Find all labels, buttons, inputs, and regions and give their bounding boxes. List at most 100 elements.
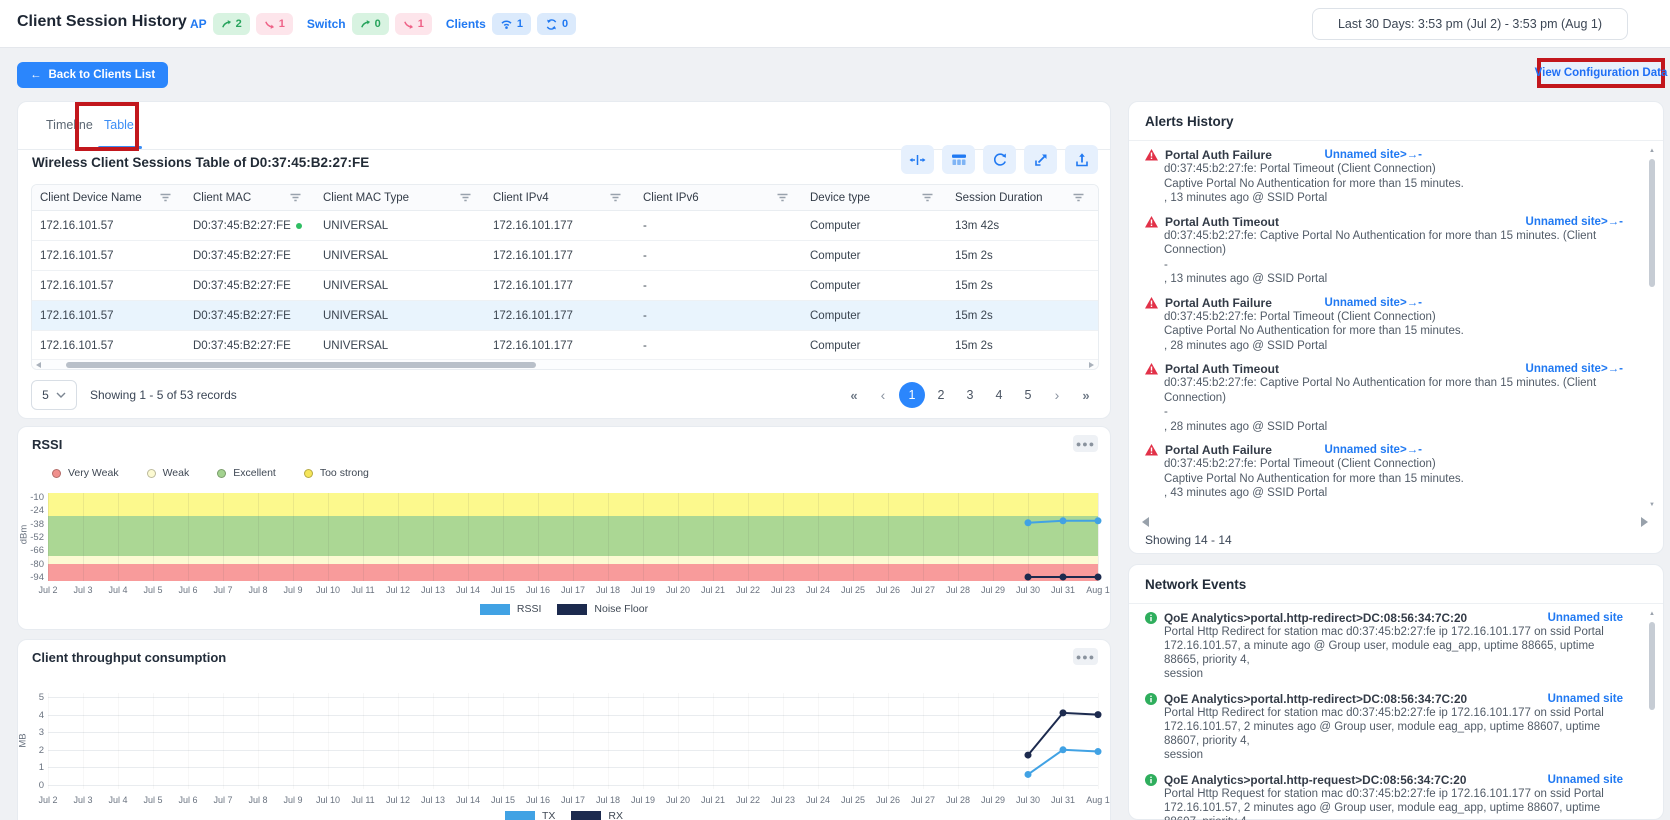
columns-icon[interactable]	[942, 145, 975, 174]
back-arrow-icon: ←	[30, 69, 42, 81]
back-to-clients-button[interactable]: ← Back to Clients List	[17, 62, 168, 88]
legend-item: RSSI	[480, 603, 542, 615]
refresh-icon[interactable]	[983, 145, 1016, 174]
cell-value: 172.16.101.177	[493, 250, 573, 262]
scroll-up-icon[interactable]: ▲	[1649, 148, 1655, 154]
page-number[interactable]: 5	[1015, 382, 1041, 408]
switch-up-badge[interactable]: 0	[352, 13, 389, 35]
more-options-icon[interactable]: ●●●	[1073, 435, 1098, 452]
alert-description-line: -	[1164, 258, 1623, 273]
cell-value: UNIVERSAL	[323, 280, 388, 292]
event-description-line: 172.16.101.57, 2 minutes ago @ Group use…	[1164, 720, 1623, 748]
scrollbar-thumb[interactable]	[66, 362, 536, 368]
resize-columns-icon[interactable]	[901, 145, 934, 174]
column-header: Device type	[802, 185, 947, 210]
table-cell: 15m 2s	[947, 331, 1098, 360]
table-cell: UNIVERSAL	[315, 211, 485, 240]
threshold-dot	[52, 469, 61, 478]
page-number[interactable]: 1	[899, 382, 925, 408]
table-cell: D0:37:45:B2:27:FE	[185, 331, 315, 360]
alert-description-line: -	[1164, 405, 1623, 420]
ap-up-badge[interactable]: 2	[213, 13, 250, 35]
scroll-left-icon[interactable]	[36, 362, 41, 368]
network-events-title: Network Events	[1145, 577, 1246, 592]
scrollbar-thumb[interactable]	[1649, 622, 1655, 710]
date-range-picker[interactable]: Last 30 Days: 3:53 pm (Jul 2) - 3:53 pm …	[1312, 8, 1628, 40]
more-options-icon[interactable]: ●●●	[1073, 648, 1098, 665]
table-row[interactable]: 172.16.101.57D0:37:45:B2:27:FEUNIVERSAL1…	[32, 241, 1098, 271]
page-number[interactable]: 2	[928, 382, 954, 408]
page-number[interactable]: 4	[986, 382, 1012, 408]
cell-value: D0:37:45:B2:27:FE	[193, 280, 291, 292]
alert-site-link[interactable]: Unnamed site>→-	[1325, 297, 1422, 309]
alert-item: Portal Auth TimeoutUnnamed site>→-d0:37:…	[1145, 362, 1623, 434]
table-cell: D0:37:45:B2:27:FE	[185, 271, 315, 300]
y-tick-label: 4	[18, 710, 44, 721]
alert-site-link[interactable]: Unnamed site>→-	[1526, 363, 1623, 375]
scroll-down-icon[interactable]: ▼	[1649, 502, 1655, 508]
last-page-icon[interactable]: »	[1073, 382, 1099, 408]
event-site-link[interactable]: Unnamed site	[1548, 774, 1623, 786]
first-page-icon[interactable]: «	[841, 382, 867, 408]
alert-description-line: , 43 minutes ago @ SSID Portal	[1164, 486, 1623, 501]
ap-down-badge[interactable]: 1	[256, 13, 293, 35]
events-list: QoE Analytics>portal.http-redirect>DC:08…	[1145, 611, 1623, 820]
alert-item: Portal Auth FailureUnnamed site>→-d0:37:…	[1145, 443, 1623, 501]
filter-icon[interactable]	[1073, 193, 1084, 202]
event-site-link[interactable]: Unnamed site	[1548, 693, 1623, 705]
view-configuration-link[interactable]: View Configuration Data	[1535, 67, 1668, 79]
table-cell: 15m 2s	[947, 301, 1098, 330]
table-cell: 15m 2s	[947, 241, 1098, 270]
expand-icon[interactable]	[1024, 145, 1057, 174]
event-info-icon	[1145, 774, 1157, 786]
table-row[interactable]: 172.16.101.57D0:37:45:B2:27:FEUNIVERSAL1…	[32, 211, 1098, 241]
horizontal-scrollbar[interactable]	[32, 359, 1098, 369]
page-number[interactable]: 3	[957, 382, 983, 408]
table-row[interactable]: 172.16.101.57D0:37:45:B2:27:FEUNIVERSAL1…	[32, 301, 1098, 331]
cell-value: 172.16.101.57	[40, 220, 114, 232]
table-cell: D0:37:45:B2:27:FE	[185, 301, 315, 330]
switch-down-badge[interactable]: 1	[395, 13, 432, 35]
filter-icon[interactable]	[460, 193, 471, 202]
trend-down-icon	[264, 19, 275, 30]
trend-down-icon	[403, 19, 414, 30]
filter-icon[interactable]	[160, 193, 171, 202]
alert-site-link[interactable]: Unnamed site>→-	[1325, 444, 1422, 456]
legend-label: RSSI	[517, 603, 542, 615]
events-vertical-scrollbar[interactable]: ▲	[1647, 611, 1657, 811]
filter-icon[interactable]	[290, 193, 301, 202]
page-size-select[interactable]: 5	[31, 380, 77, 410]
scroll-up-icon[interactable]: ▲	[1649, 611, 1655, 617]
alerts-vertical-scrollbar[interactable]: ▲ ▼	[1647, 148, 1657, 508]
event-site-link[interactable]: Unnamed site	[1548, 612, 1623, 624]
threshold-legend-item: Very Weak	[52, 467, 119, 479]
cell-value: 15m 2s	[955, 250, 993, 262]
alert-description-line: d0:37:45:b2:27:fe: Portal Timeout (Clien…	[1164, 310, 1623, 325]
filter-icon[interactable]	[777, 193, 788, 202]
table-cell: 172.16.101.177	[485, 241, 635, 270]
alerts-prev-icon[interactable]	[1142, 517, 1149, 527]
scrollbar-thumb[interactable]	[1649, 159, 1655, 287]
filter-icon[interactable]	[610, 193, 621, 202]
alert-site-link[interactable]: Unnamed site>→-	[1526, 216, 1623, 228]
y-tick-label: 5	[18, 692, 44, 703]
prev-page-icon[interactable]: ‹	[870, 382, 896, 408]
event-description-line: Portal Http Redirect for station mac d0:…	[1164, 706, 1623, 720]
alert-site-link[interactable]: Unnamed site>→-	[1325, 149, 1422, 161]
scroll-right-icon[interactable]	[1089, 362, 1094, 368]
export-icon[interactable]	[1065, 145, 1098, 174]
clients-roaming-badge[interactable]: 0	[537, 13, 576, 35]
alerts-next-icon[interactable]	[1641, 517, 1648, 527]
legend-swatch	[571, 811, 601, 820]
event-description-line: 172.16.101.57, a minute ago @ Group user…	[1164, 639, 1623, 667]
alert-title: Portal Auth Timeout	[1165, 510, 1279, 511]
alert-title: Portal Auth Failure	[1165, 296, 1272, 310]
cell-value: Computer	[810, 340, 861, 352]
filter-icon[interactable]	[922, 193, 933, 202]
annotation-box-view-config: View Configuration Data	[1537, 58, 1665, 88]
table-row[interactable]: 172.16.101.57D0:37:45:B2:27:FEUNIVERSAL1…	[32, 271, 1098, 301]
next-page-icon[interactable]: ›	[1044, 382, 1070, 408]
clients-wireless-badge[interactable]: 1	[492, 13, 531, 35]
table-row[interactable]: 172.16.101.57D0:37:45:B2:27:FEUNIVERSAL1…	[32, 331, 1098, 361]
table-cell: 172.16.101.57	[32, 241, 185, 270]
